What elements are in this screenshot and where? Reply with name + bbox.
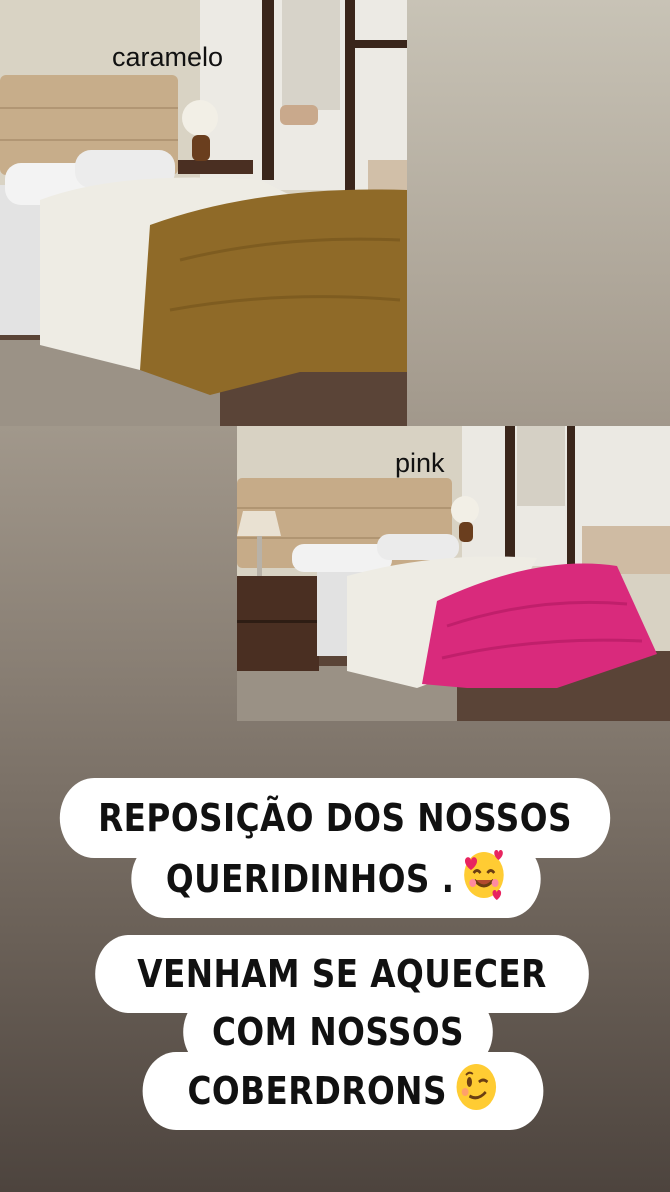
caption-2-line-1-text: VENHAM SE AQUECER (137, 952, 547, 996)
caption-2-line-2-text: COM NOSSOS (211, 1010, 465, 1054)
caption-1-line-2-text: QUERIDINHOS . (165, 857, 455, 901)
caption-2-line-3-text: COBERDRONS (187, 1069, 447, 1113)
color-label-caramelo: caramelo (112, 42, 224, 72)
smiling-face-with-hearts-icon (461, 849, 506, 910)
caption-1-line-1-text: REPOSIÇÃO DOS NOSSOS (98, 796, 572, 840)
winking-face-icon (454, 1061, 499, 1122)
caption-1-line-2: QUERIDINHOS . (131, 840, 541, 918)
bed-scene-pink (237, 426, 670, 721)
product-photo-pink: pink (237, 426, 670, 721)
caption-2-line-3: COBERDRONS (142, 1052, 544, 1130)
color-label-pink: pink (395, 448, 445, 478)
product-photo-caramelo: caramelo (0, 0, 407, 426)
